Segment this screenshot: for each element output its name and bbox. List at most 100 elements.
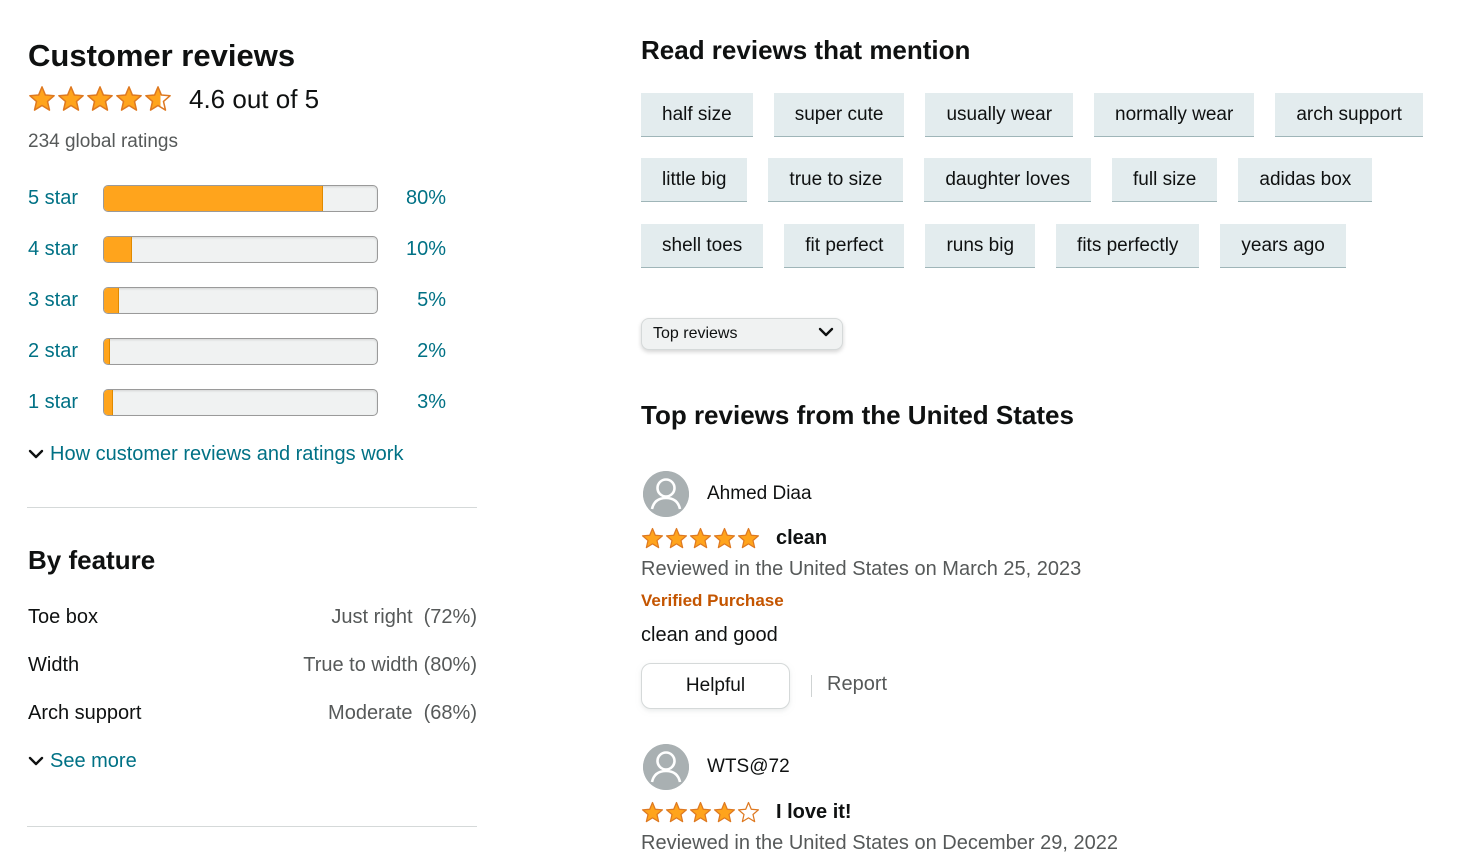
histogram-percent[interactable]: 3% xyxy=(378,391,446,414)
mention-chip[interactable]: usually wear xyxy=(925,93,1074,137)
mention-chip[interactable]: fits perfectly xyxy=(1056,224,1200,268)
feature-row-width: Width True to width (80%) xyxy=(28,654,477,677)
star-full-icon xyxy=(641,527,664,550)
histogram-row-2-star[interactable]: 2 star 2% xyxy=(28,336,458,366)
star-full-icon xyxy=(713,527,736,550)
mention-chip[interactable]: arch support xyxy=(1275,93,1423,137)
review-date: Reviewed in the United States on March 2… xyxy=(641,558,1082,580)
histogram-fill xyxy=(104,287,119,313)
mention-chip[interactable]: daughter loves xyxy=(924,158,1092,202)
histogram-label[interactable]: 5 star xyxy=(28,187,103,210)
overall-rating: 4.6 out of 5 xyxy=(28,82,319,116)
histogram-percent[interactable]: 5% xyxy=(378,289,446,312)
mention-chip[interactable]: fit perfect xyxy=(784,224,905,268)
chevron-down-icon xyxy=(818,325,834,343)
verified-purchase-badge: Verified Purchase xyxy=(641,591,784,610)
mention-chip[interactable]: normally wear xyxy=(1094,93,1255,137)
review-title[interactable]: I love it! xyxy=(776,801,852,824)
histogram-bar[interactable] xyxy=(103,184,378,212)
star-full-icon xyxy=(689,801,712,824)
star-full-icon xyxy=(86,85,114,113)
star-full-icon xyxy=(665,801,688,824)
reviewer-profile[interactable]: WTS@72 xyxy=(643,744,790,790)
histogram-row-1-star[interactable]: 1 star 3% xyxy=(28,387,458,417)
customer-reviews-title: Customer reviews xyxy=(28,38,296,73)
section-divider xyxy=(27,826,477,827)
histogram-fill xyxy=(104,389,114,415)
mention-chip[interactable]: true to size xyxy=(768,158,904,202)
histogram-row-5-star[interactable]: 5 star 80% xyxy=(28,183,458,213)
see-more-text[interactable]: See more xyxy=(50,750,137,773)
histogram-label[interactable]: 1 star xyxy=(28,391,103,414)
histogram-fill xyxy=(104,185,324,211)
mention-chip[interactable]: half size xyxy=(641,93,753,137)
mention-chip[interactable]: super cute xyxy=(773,93,905,137)
review-body: clean and good xyxy=(641,624,778,646)
star-half-icon xyxy=(144,85,172,113)
review-star-rating[interactable] xyxy=(641,801,761,824)
star-full-icon xyxy=(115,85,143,113)
sort-dropdown[interactable]: Top reviews xyxy=(641,318,843,350)
histogram-label[interactable]: 2 star xyxy=(28,340,103,363)
overall-star-rating xyxy=(28,85,173,113)
histogram-bar[interactable] xyxy=(103,235,378,263)
mention-chip-row: little big true to size daughter loves f… xyxy=(641,158,1393,202)
histogram-bar[interactable] xyxy=(103,337,378,365)
feature-name: Arch support xyxy=(28,702,142,724)
mention-chip-row: shell toes fit perfect runs big fits per… xyxy=(641,224,1367,268)
mention-chip[interactable]: little big xyxy=(641,158,748,202)
feature-value: Moderate (68%) xyxy=(328,702,477,724)
histogram-percent[interactable]: 10% xyxy=(378,238,446,261)
report-link[interactable]: Report xyxy=(827,673,887,696)
histogram-label[interactable]: 3 star xyxy=(28,289,103,312)
feature-row-arch-support: Arch support Moderate (68%) xyxy=(28,702,477,725)
review-star-rating[interactable] xyxy=(641,527,761,550)
reviewer-name[interactable]: WTS@72 xyxy=(707,756,790,778)
mention-chip[interactable]: runs big xyxy=(925,224,1036,268)
mention-chip[interactable]: years ago xyxy=(1220,224,1346,268)
global-ratings-count: 234 global ratings xyxy=(28,131,178,152)
separator xyxy=(811,675,812,697)
mentions-title: Read reviews that mention xyxy=(641,35,971,65)
user-icon xyxy=(643,744,689,790)
histogram-row-3-star[interactable]: 3 star 5% xyxy=(28,285,458,315)
review-date: Reviewed in the United States on Decembe… xyxy=(641,832,1118,854)
star-full-icon xyxy=(28,85,56,113)
histogram-row-4-star[interactable]: 4 star 10% xyxy=(28,234,458,264)
how-reviews-work-text[interactable]: How customer reviews and ratings work xyxy=(50,443,403,466)
star-full-icon xyxy=(713,801,736,824)
user-icon xyxy=(643,471,689,517)
avatar[interactable] xyxy=(643,471,689,517)
reviewer-profile[interactable]: Ahmed Diaa xyxy=(643,471,812,517)
how-reviews-work-link[interactable]: How customer reviews and ratings work xyxy=(28,443,403,466)
sort-selected-value[interactable]: Top reviews xyxy=(653,325,737,343)
mention-chip[interactable]: adidas box xyxy=(1238,158,1373,202)
by-feature-title: By feature xyxy=(28,545,156,575)
mention-chip[interactable]: full size xyxy=(1112,158,1218,202)
review-title[interactable]: clean xyxy=(776,527,827,550)
histogram-label[interactable]: 4 star xyxy=(28,238,103,261)
histogram-percent[interactable]: 2% xyxy=(378,340,446,363)
helpful-button[interactable]: Helpful xyxy=(641,663,790,709)
review-title-row: clean xyxy=(641,527,827,550)
see-more-link[interactable]: See more xyxy=(28,750,137,773)
section-divider xyxy=(27,507,477,508)
reviewer-name[interactable]: Ahmed Diaa xyxy=(707,483,812,505)
feature-value: True to width (80%) xyxy=(303,654,477,676)
feature-row-toe-box: Toe box Just right (72%) xyxy=(28,606,477,629)
feature-name: Toe box xyxy=(28,606,99,628)
mention-chip[interactable]: shell toes xyxy=(641,224,764,268)
histogram-fill xyxy=(104,338,111,364)
histogram-bar[interactable] xyxy=(103,388,378,416)
feature-value: Just right (72%) xyxy=(331,606,477,628)
star-full-icon xyxy=(689,527,712,550)
star-full-icon xyxy=(57,85,85,113)
chevron-down-icon xyxy=(28,750,44,773)
avatar[interactable] xyxy=(643,744,689,790)
top-reviews-heading: Top reviews from the United States xyxy=(641,400,1074,430)
feature-name: Width xyxy=(28,654,80,676)
overall-rating-text: 4.6 out of 5 xyxy=(189,83,320,114)
histogram-percent[interactable]: 80% xyxy=(378,187,446,210)
histogram-bar[interactable] xyxy=(103,286,378,314)
histogram-fill xyxy=(104,236,133,262)
